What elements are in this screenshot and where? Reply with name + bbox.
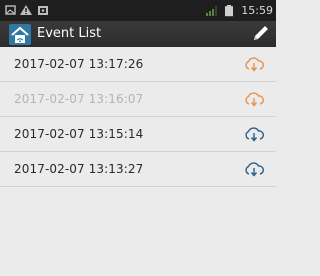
home-wifi-icon[interactable] xyxy=(9,24,31,45)
status-time: 15:59 xyxy=(241,4,273,17)
status-bar: 15:59 xyxy=(0,0,276,21)
warning-icon xyxy=(20,5,32,15)
action-bar: Event List xyxy=(0,21,276,47)
cloud-download-icon[interactable] xyxy=(244,162,264,177)
event-timestamp: 2017-02-07 13:13:27 xyxy=(14,162,144,176)
status-icons-right xyxy=(206,5,233,17)
pencil-icon[interactable] xyxy=(248,21,272,47)
event-timestamp: 2017-02-07 13:16:07 xyxy=(14,92,144,106)
cloud-download-icon[interactable] xyxy=(244,57,264,72)
cloud-download-icon[interactable] xyxy=(244,92,264,107)
list-item[interactable]: 2017-02-07 13:15:14 xyxy=(0,117,276,152)
list-item[interactable]: 2017-02-07 13:13:27 xyxy=(0,152,276,187)
image-icon xyxy=(38,6,48,15)
page-title: Event List xyxy=(37,26,102,41)
list-item[interactable]: 2017-02-07 13:17:26 xyxy=(0,47,276,82)
event-timestamp: 2017-02-07 13:17:26 xyxy=(14,57,144,71)
notification-icons xyxy=(5,5,48,15)
cloud-download-icon[interactable] xyxy=(244,127,264,142)
battery-icon xyxy=(225,5,233,17)
sms-icon xyxy=(5,5,16,15)
event-list: 2017-02-07 13:17:26 2017-02-07 13:16:07 … xyxy=(0,47,276,187)
signal-icon xyxy=(206,6,217,16)
list-item[interactable]: 2017-02-07 13:16:07 xyxy=(0,82,276,117)
event-timestamp: 2017-02-07 13:15:14 xyxy=(14,127,144,141)
